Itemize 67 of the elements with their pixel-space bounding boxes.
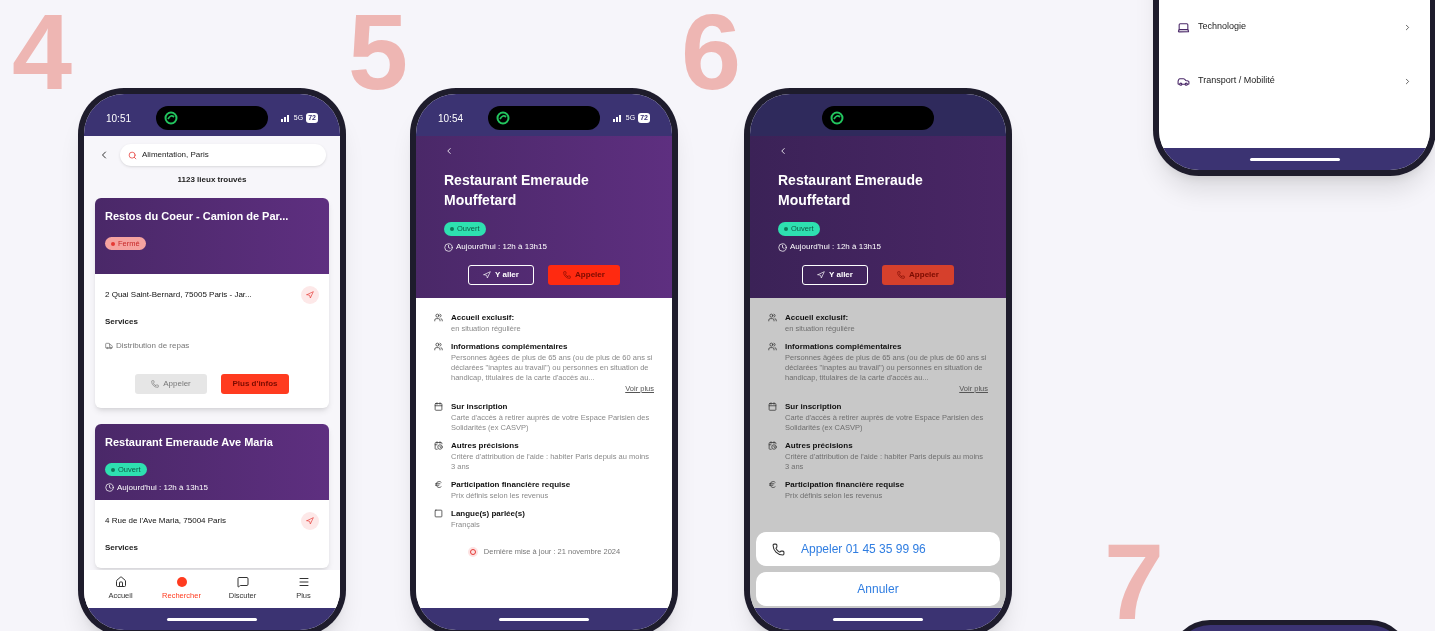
place-title: Restos du Coeur - Camion de Par... [105, 209, 290, 224]
signal-icon [280, 114, 291, 122]
info-title: Sur inscription [451, 401, 509, 414]
clock-icon [105, 483, 114, 492]
logo-icon [164, 111, 178, 125]
opening-hours: Aujourd'hui : 12h à 13h15 [117, 481, 208, 494]
navigation-arrow-icon [306, 517, 314, 525]
update-icon [467, 546, 478, 557]
clock-icon [444, 242, 453, 252]
opening-hours: Aujourd'hui : 12h à 13h15 [456, 241, 547, 253]
directions-button[interactable]: Y aller [802, 265, 868, 285]
place-address: 4 Rue de l'Ave Maria, 75004 Paris [105, 515, 226, 527]
info-title: Autres précisions [785, 440, 854, 453]
back-icon[interactable] [444, 146, 454, 156]
info-title: Participation financière requise [785, 479, 906, 492]
navigation-arrow-icon [817, 271, 826, 279]
step-number: 4 [12, 0, 73, 106]
search-icon [128, 150, 137, 160]
info-title: Participation financière requise [451, 479, 572, 492]
services-label: Services [105, 542, 139, 554]
chat-icon [236, 576, 249, 589]
services-label: Services [105, 316, 139, 328]
category-item[interactable]: Transport / Mobilité [1159, 54, 1430, 108]
status-time: 10:54 [438, 111, 465, 126]
result-count: 1123 lieux trouvés [176, 174, 248, 186]
directions-button[interactable] [301, 512, 319, 530]
truck-icon [105, 342, 113, 350]
service-item: Distribution de repas [116, 340, 190, 352]
home-icon [114, 576, 127, 589]
place-address: 2 Quai Saint-Bernard, 75005 Paris - Jar... [105, 289, 252, 301]
place-title: Restaurant Emeraude Mouffetard [444, 171, 590, 210]
info-title: Informations complémentaires [785, 341, 903, 353]
search-field[interactable]: Alimentation, Paris [120, 144, 326, 166]
back-icon[interactable] [778, 146, 788, 156]
laptop-icon [1177, 20, 1190, 34]
phone-icon [772, 542, 785, 556]
place-title: Restaurant Emeraude Ave Maria [105, 435, 274, 450]
logo-icon [496, 111, 510, 125]
cancel-button[interactable]: Annuler [756, 572, 1000, 606]
info-title: Accueil exclusif: [785, 312, 850, 324]
place-title: Restaurant Emeraude Mouffetard [778, 171, 924, 210]
phone-icon [151, 380, 160, 388]
info-title: Sur inscription [785, 401, 843, 414]
directions-button[interactable] [301, 286, 319, 304]
call-number-option[interactable]: Appeler 01 45 35 99 96 [756, 532, 1000, 566]
info-title: Langue(s) parlée(s) [451, 508, 526, 521]
info-title: Informations complémentaires [451, 341, 569, 353]
phone-icon [563, 271, 572, 279]
clock-icon [778, 242, 787, 252]
navigation-arrow-icon [306, 291, 314, 299]
phone-icon [897, 271, 906, 279]
opening-hours: Aujourd'hui : 12h à 13h15 [790, 241, 881, 253]
info-title: Autres précisions [451, 440, 520, 453]
navigation-arrow-icon [483, 271, 492, 279]
call-button[interactable]: Appeler [135, 374, 207, 394]
signal-icon [612, 114, 623, 122]
status-time: 10:51 [106, 111, 133, 126]
menu-icon [297, 576, 310, 589]
chevron-icon [1403, 22, 1412, 32]
category-item[interactable]: Technologie [1159, 0, 1430, 54]
step-number: 5 [348, 0, 409, 106]
chevron-icon [1403, 76, 1412, 86]
logo-icon [830, 111, 844, 125]
step-number: 7 [1104, 528, 1165, 631]
info-title: Accueil exclusif: [451, 312, 516, 324]
directions-button[interactable]: Y aller [468, 265, 534, 285]
step-number: 6 [681, 0, 742, 106]
